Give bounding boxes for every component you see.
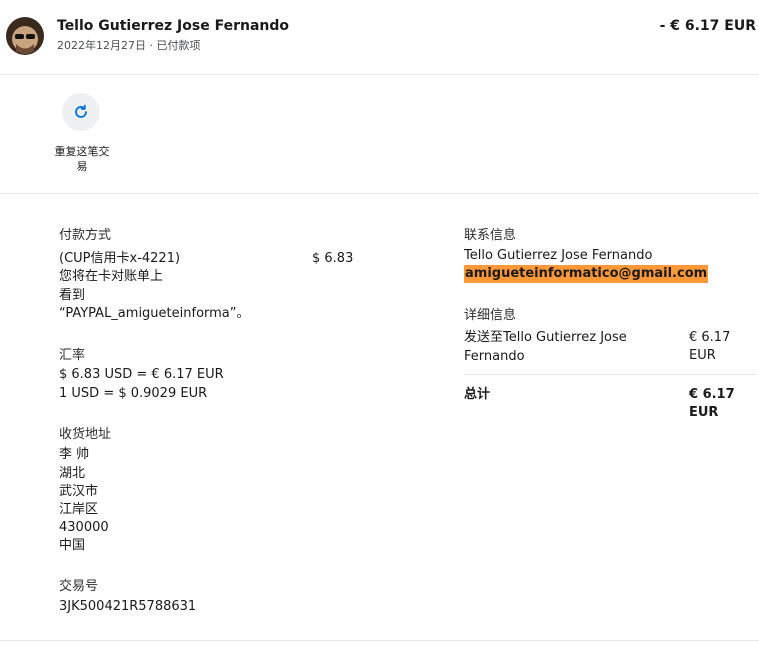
repeat-transaction-button[interactable]	[62, 93, 100, 131]
statement-note-line: 您将在卡对账单上	[59, 269, 164, 284]
payment-amount: $ 6.83	[312, 251, 354, 266]
exchange-rate-title: 汇率	[59, 348, 86, 363]
transaction-header: Tello Gutierrez Jose Fernando 2022年12月27…	[0, 0, 759, 75]
exchange-rate-line: 1 USD = $ 0.9029 EUR	[59, 386, 208, 401]
action-bar: 重复这笔交易	[0, 75, 759, 194]
transaction-id: 3JK500421R5788631	[59, 599, 197, 614]
details-divider	[464, 374, 756, 375]
avatar	[6, 17, 44, 55]
sent-to-line: Fernando	[464, 349, 525, 364]
repeat-transaction-label[interactable]: 重复这笔交易	[50, 144, 114, 174]
refresh-icon	[75, 104, 87, 118]
address-line: 430000	[59, 520, 109, 535]
total-label: 总计	[464, 387, 491, 402]
transaction-date-status: 2022年12月27日 · 已付款项	[57, 39, 201, 52]
payment-method: (CUP信用卡x-4221)	[59, 251, 181, 266]
sent-to-line: 发送至Tello Gutierrez Jose	[464, 330, 627, 345]
details-title: 详细信息	[464, 308, 517, 323]
statement-note-line: 看到	[59, 288, 86, 303]
merchant-name: Tello Gutierrez Jose Fernando	[57, 18, 289, 34]
address-line: 江岸区	[59, 502, 99, 517]
contact-info-title: 联系信息	[464, 228, 517, 243]
statement-note-line: “PAYPAL_amigueteinforma”。	[59, 306, 250, 321]
contact-email[interactable]: amigueteinformatico@gmail.com	[464, 265, 709, 283]
exchange-rate-line: $ 6.83 USD = € 6.17 EUR	[59, 367, 224, 382]
address-line: 中国	[59, 538, 86, 553]
address-line: 李 帅	[59, 447, 90, 462]
transaction-id-title: 交易号	[59, 579, 99, 594]
address-line: 武汉市	[59, 484, 99, 499]
sent-amount: € 6.17 EUR	[689, 330, 731, 363]
address-line: 湖北	[59, 466, 86, 481]
shipping-address-title: 收货地址	[59, 427, 112, 442]
payment-method-title: 付款方式	[59, 228, 112, 243]
transaction-amount: - € 6.17 EUR	[659, 18, 756, 34]
footer-divider	[0, 640, 759, 641]
total-amount: € 6.17 EUR	[689, 387, 735, 420]
contact-name: Tello Gutierrez Jose Fernando	[464, 248, 653, 263]
